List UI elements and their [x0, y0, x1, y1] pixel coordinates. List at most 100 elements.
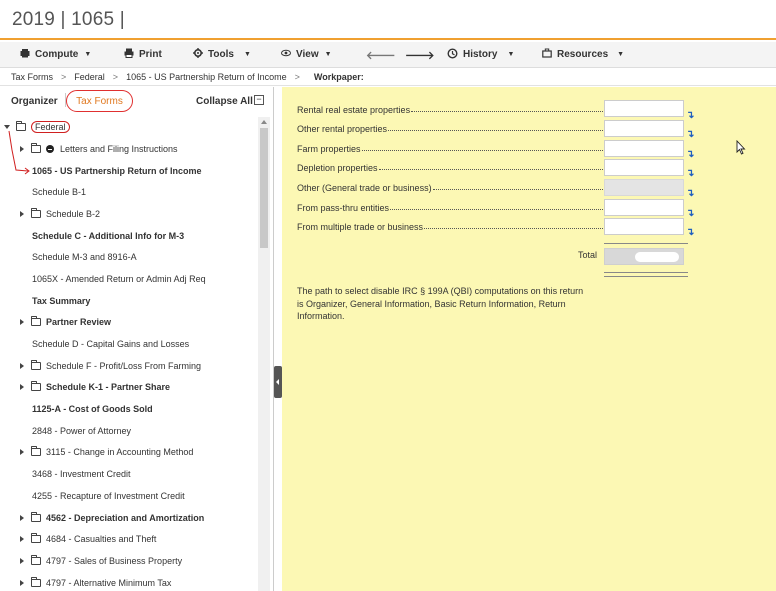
view-label: View [296, 49, 319, 60]
tree-item-schedule-m3[interactable]: Schedule M-3 and 8916-A [32, 249, 137, 265]
title-bar: 2019 | 1065 | [0, 0, 776, 40]
print-button[interactable]: Print [124, 42, 162, 68]
expand-arrow-icon[interactable] [20, 449, 24, 455]
farm-field[interactable] [604, 140, 684, 157]
tree-item-label: 3115 - Change in Accounting Method [46, 447, 194, 457]
folder-icon [31, 533, 41, 543]
form-row-label: Depletion properties [297, 163, 378, 173]
form-row-label: Rental real estate properties [297, 105, 411, 115]
form-row-other-rental: Other rental properties [297, 118, 603, 134]
folder-icon [31, 208, 41, 218]
panel-splitter-handle[interactable] [274, 366, 282, 398]
tab-tax-forms[interactable]: Tax Forms [66, 90, 133, 112]
collapse-all-icon[interactable]: − [254, 95, 264, 105]
total-rule [604, 243, 688, 244]
link-arrow-icon[interactable]: ↴ [686, 150, 694, 160]
tree-item-schedule-b2[interactable]: Schedule B-2 [20, 206, 100, 222]
link-arrow-icon[interactable]: ↴ [686, 228, 694, 238]
tree-item-2848[interactable]: 2848 - Power of Attorney [32, 423, 131, 439]
expand-arrow-icon[interactable] [20, 558, 24, 564]
folder-icon [31, 446, 41, 456]
tree-item-4684[interactable]: 4684 - Casualties and Theft [20, 531, 156, 547]
depletion-field[interactable] [604, 159, 684, 176]
tree-item-label: 3468 - Investment Credit [32, 469, 131, 479]
rental-real-estate-field[interactable] [604, 100, 684, 117]
tools-button[interactable]: Tools ▼ [193, 42, 251, 68]
expand-arrow-icon[interactable] [20, 384, 24, 390]
tree-item-schedule-k1[interactable]: Schedule K-1 - Partner Share [20, 379, 170, 395]
tree-item-label: Schedule F - Profit/Loss From Farming [46, 361, 202, 371]
tree-item-schedule-b1[interactable]: Schedule B-1 [32, 184, 86, 200]
history-button[interactable]: History ▼ [447, 42, 514, 68]
tree-item-partner-review[interactable]: Partner Review [20, 314, 111, 330]
expand-arrow-icon[interactable] [20, 211, 24, 217]
tree-item-schedule-d[interactable]: Schedule D - Capital Gains and Losses [32, 336, 189, 352]
expand-arrow-icon[interactable] [20, 319, 24, 325]
tree-item-4797-amt[interactable]: 4797 - Alternative Minimum Tax [20, 575, 171, 591]
tree-item-3115[interactable]: 3115 - Change in Accounting Method [20, 444, 193, 460]
scroll-up-icon[interactable] [261, 120, 267, 124]
tree-item-tax-summary[interactable]: Tax Summary [32, 293, 90, 309]
form-row-label: Other rental properties [297, 124, 388, 134]
back-button[interactable]: 🡐 [366, 42, 396, 68]
tree-item-schedule-f[interactable]: Schedule F - Profit/Loss From Farming [20, 358, 201, 374]
tree-item-label: Partner Review [46, 317, 112, 327]
folder-icon [31, 316, 41, 326]
compute-button[interactable]: Compute ▼ [20, 42, 91, 68]
expand-arrow-icon[interactable] [20, 515, 24, 521]
form-row-rental-real-estate: Rental real estate properties [297, 99, 603, 115]
breadcrumb-item-1065[interactable]: 1065 - US Partnership Return of Income [126, 72, 287, 82]
breadcrumb-item-tax-forms[interactable]: Tax Forms [11, 72, 53, 82]
expand-arrow-icon[interactable] [20, 580, 24, 586]
pass-thru-field[interactable] [604, 199, 684, 216]
link-arrow-icon[interactable]: ↴ [686, 209, 694, 219]
tree-item-label: 4562 - Depreciation and Amortization [46, 513, 205, 523]
tree-item-1065[interactable]: 1065 - US Partnership Return of Income [32, 163, 202, 179]
tab-organizer[interactable]: Organizer [11, 96, 58, 107]
link-arrow-icon[interactable]: ↴ [686, 169, 694, 179]
link-arrow-icon[interactable]: ↴ [686, 111, 694, 121]
tree-item-label: 1125-A - Cost of Goods Sold [32, 404, 153, 414]
form-row-other-general: Other (General trade or business) [297, 177, 603, 193]
collapse-all-button[interactable]: Collapse All [196, 96, 253, 107]
form-tree: Federal Letters and Filing Instructions … [0, 117, 258, 591]
print-label: Print [139, 49, 162, 60]
breadcrumb-item-federal[interactable]: Federal [74, 72, 105, 82]
link-arrow-icon[interactable]: ↴ [686, 130, 694, 140]
tree-scrollbar[interactable] [258, 117, 270, 591]
tree-item-1065x[interactable]: 1065X - Amended Return or Admin Adj Req [32, 271, 206, 287]
link-arrow-icon[interactable]: ↴ [686, 189, 694, 199]
scroll-thumb[interactable] [260, 128, 268, 248]
folder-icon [31, 360, 41, 370]
forward-button[interactable]: 🡒 [405, 42, 435, 68]
multiple-trade-field[interactable] [604, 218, 684, 235]
tree-item-label: 4255 - Recapture of Investment Credit [32, 491, 185, 501]
briefcase-icon [542, 48, 552, 61]
toolbar: Compute ▼ Print Tools ▼ View ▼ 🡐 🡒 Histo… [0, 42, 776, 68]
form-row-label: From pass-thru entities [297, 203, 390, 213]
eye-icon [281, 49, 291, 60]
qbi-note: The path to select disable IRC § 199A (Q… [297, 286, 584, 321]
tree-item-4255[interactable]: 4255 - Recapture of Investment Credit [32, 488, 185, 504]
chevron-down-icon: ▼ [324, 51, 332, 58]
tree-item-label: 1065X - Amended Return or Admin Adj Req [32, 274, 206, 284]
tree-item-4562[interactable]: 4562 - Depreciation and Amortization [20, 510, 204, 526]
other-general-field [604, 179, 684, 196]
view-button[interactable]: View ▼ [281, 42, 332, 68]
tree-item-label: 4797 - Sales of Business Property [46, 556, 183, 566]
chevron-down-icon: ▼ [507, 51, 515, 58]
arrow-left-icon: 🡐 [366, 49, 396, 62]
total-field [604, 248, 684, 265]
tree-item-letters[interactable]: Letters and Filing Instructions [20, 141, 178, 157]
expand-arrow-icon[interactable] [20, 363, 24, 369]
tree-item-schedule-c[interactable]: Schedule C - Additional Info for M-3 [32, 228, 184, 244]
total-double-rule-top [604, 272, 688, 273]
chevron-right-icon: > [112, 71, 119, 82]
tree-item-1125a[interactable]: 1125-A - Cost of Goods Sold [32, 401, 153, 417]
chevron-down-icon: ▼ [617, 51, 625, 58]
tree-item-3468[interactable]: 3468 - Investment Credit [32, 466, 131, 482]
tree-item-4797-sales[interactable]: 4797 - Sales of Business Property [20, 553, 182, 569]
expand-arrow-icon[interactable] [20, 536, 24, 542]
resources-button[interactable]: Resources ▼ [542, 42, 624, 68]
other-rental-field[interactable] [604, 120, 684, 137]
